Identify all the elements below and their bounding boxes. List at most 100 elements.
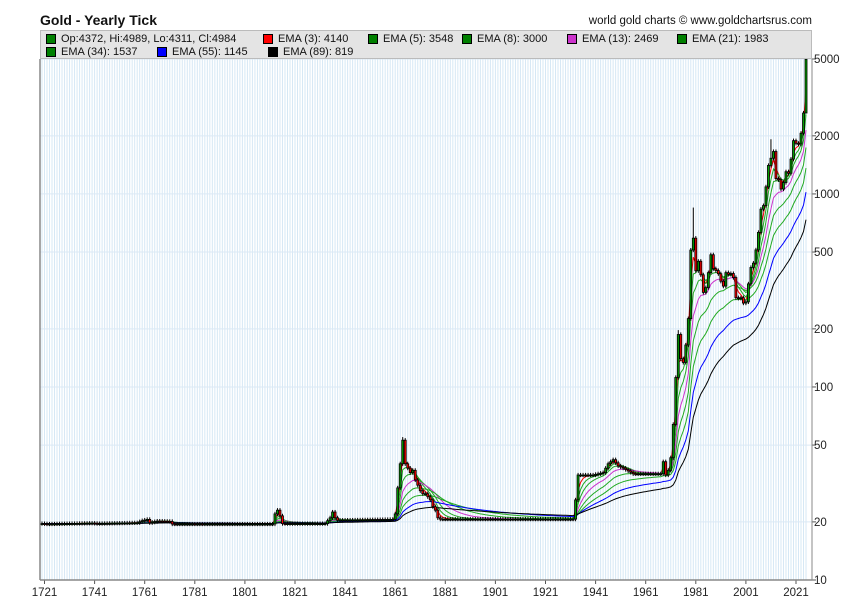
candle-body [784, 171, 788, 183]
candle-body [261, 523, 264, 526]
candle-body [170, 521, 174, 525]
candle-body [230, 523, 234, 526]
candle-body [749, 267, 753, 285]
candle-body [544, 518, 547, 521]
candle-body [566, 518, 570, 521]
candle-body [679, 334, 683, 360]
candle-body [769, 157, 773, 166]
candle-body [85, 522, 89, 525]
legend-item-ema5: EMA (5): 3548 [368, 33, 453, 45]
candle-body [83, 522, 86, 525]
candle-body [559, 518, 562, 521]
candle-body [45, 523, 49, 526]
candle-body [436, 509, 440, 519]
candle-body [802, 112, 805, 134]
candle-body [348, 519, 352, 522]
candle-body [278, 509, 282, 517]
candle-body [80, 522, 84, 525]
candle-body [90, 522, 94, 525]
candle-body [699, 260, 703, 276]
candle-body [564, 518, 567, 521]
candle-body [443, 518, 447, 521]
candle-body [438, 517, 442, 520]
candle-body [681, 358, 685, 363]
candle-body [441, 518, 445, 521]
legend-swatch [263, 34, 273, 44]
candle-body [423, 493, 427, 496]
candle-body [674, 377, 678, 425]
candle-body [353, 519, 357, 522]
y-tick-label: 100 [814, 382, 833, 394]
candle-body [574, 499, 577, 520]
candle-body [235, 523, 239, 526]
candle-body [726, 272, 730, 275]
candle-body [195, 523, 199, 526]
candle-body [243, 523, 247, 526]
candle-body [93, 522, 96, 525]
candle-body [331, 511, 334, 519]
candle-body [651, 473, 655, 476]
candle-body [158, 520, 162, 523]
candle-body [782, 182, 785, 190]
legend-swatch [462, 34, 472, 44]
candle-body [383, 519, 387, 521]
candle-body [336, 517, 339, 521]
y-tick-label: 2000 [814, 131, 840, 143]
legend-swatch [268, 47, 278, 57]
candle-body [511, 518, 515, 521]
legend-swatch [368, 34, 378, 44]
x-tick-label: 1741 [82, 587, 108, 599]
legend-label: EMA (89): 819 [283, 46, 354, 58]
candle-body [323, 523, 327, 525]
candle-body [787, 171, 790, 174]
candle-body [661, 461, 665, 475]
candle-body [240, 523, 244, 526]
candle-body [281, 515, 284, 524]
legend-label: EMA (13): 2469 [582, 33, 659, 45]
candle-body [626, 469, 630, 472]
candle-body [491, 518, 495, 521]
candle-body [521, 518, 525, 521]
candle-body [779, 179, 783, 190]
candle-body [619, 465, 623, 468]
candle-body [478, 518, 482, 521]
x-tick-label: 2021 [783, 587, 809, 599]
candle-body [411, 469, 415, 474]
candle-body [561, 518, 565, 521]
candle-body [381, 519, 385, 521]
candle-body [471, 518, 475, 521]
x-tick-label: 1841 [332, 587, 358, 599]
candle-body [180, 523, 184, 526]
candle-body [739, 297, 743, 300]
candle-body [318, 523, 322, 525]
chart-container: Gold - Yearly Tick world gold charts © w… [0, 0, 850, 616]
ema-34-line [42, 168, 807, 525]
candle-body [75, 523, 79, 525]
candle-body [589, 474, 592, 477]
candle-body [614, 459, 618, 464]
candle-body [599, 472, 603, 475]
legend-swatch [677, 34, 687, 44]
candle-body [213, 523, 217, 526]
candle-body [762, 205, 765, 210]
candle-body [481, 518, 485, 521]
candle-body [103, 523, 107, 525]
candle-body [210, 523, 214, 526]
candle-body [228, 523, 232, 526]
candle-body [526, 518, 530, 521]
candle-body [716, 270, 720, 275]
legend-item-ema55: EMA (55): 1145 [157, 46, 248, 58]
candle-body [554, 518, 557, 521]
candle-body [361, 519, 365, 522]
candle-body [584, 474, 587, 477]
candle-body [641, 473, 645, 476]
candle-body [125, 522, 129, 525]
candle-body [208, 523, 212, 526]
candle-body [629, 470, 633, 473]
candle-body [363, 519, 367, 522]
candle-body [190, 523, 194, 526]
candle-body [341, 519, 344, 522]
candle-body [463, 518, 467, 521]
candle-body [586, 474, 590, 477]
candle-body [736, 297, 740, 300]
